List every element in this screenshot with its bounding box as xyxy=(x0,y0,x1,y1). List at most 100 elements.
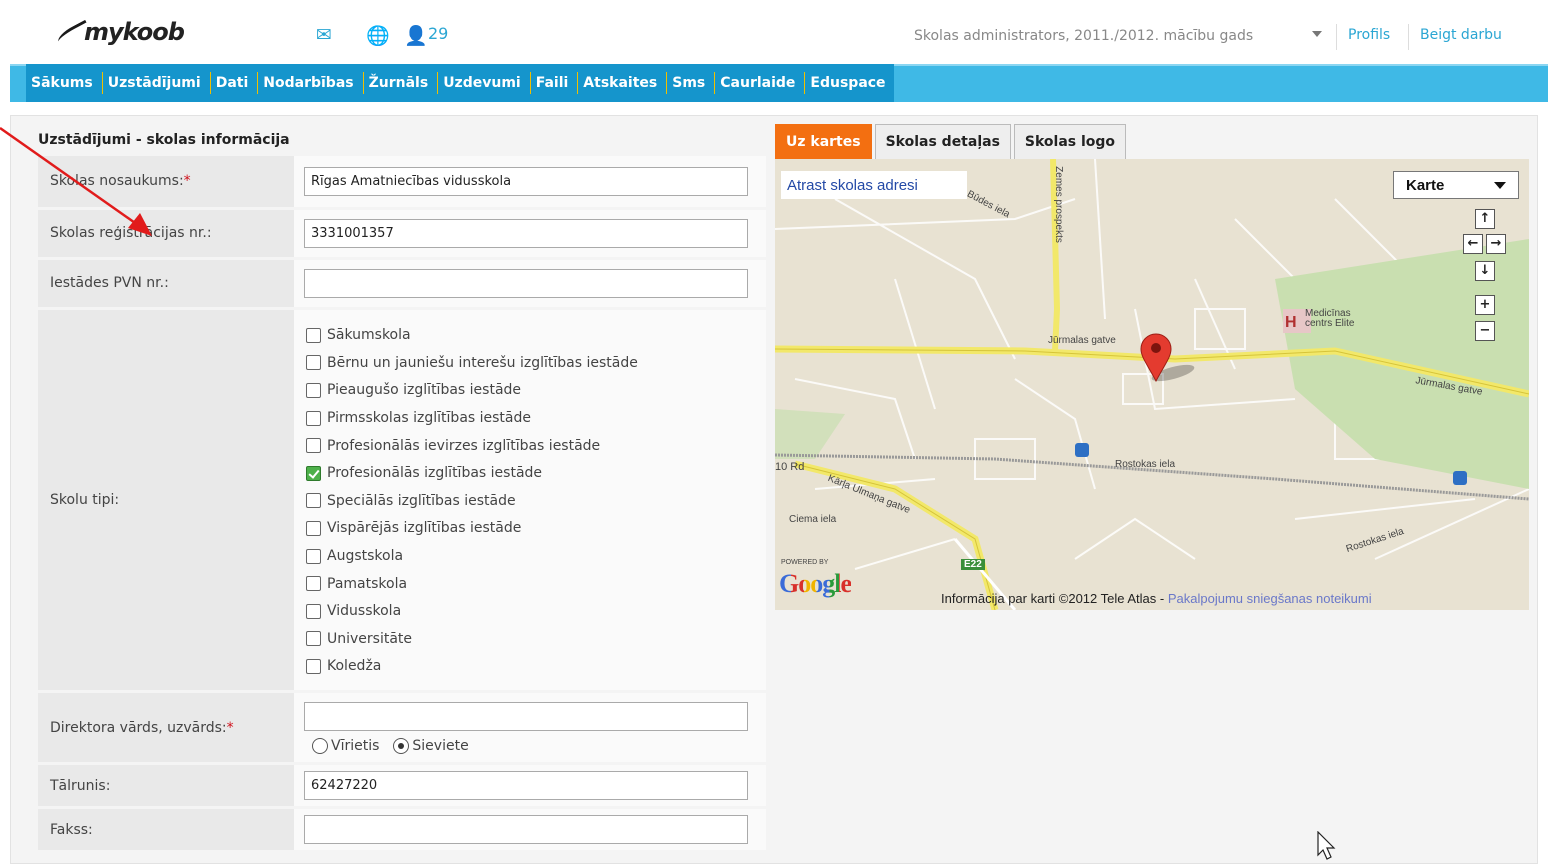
school-type-label: Speciālās izglītības iestāde xyxy=(327,492,516,509)
nav-item-atskaites[interactable]: Atskaites xyxy=(578,72,668,94)
bus-stop-icon xyxy=(1453,471,1467,485)
school-type-option[interactable]: Pirmsskolas izglītības iestāde xyxy=(306,404,766,432)
tab-skolas-logo[interactable]: Skolas logo xyxy=(1013,124,1127,159)
school-type-checkbox[interactable] xyxy=(306,355,321,371)
school-type-label: Vidusskola xyxy=(327,603,402,620)
school-type-label: Koledža xyxy=(327,658,382,675)
nav-item-nodarbibas[interactable]: Nodarbības xyxy=(258,72,364,94)
zoom-out-icon[interactable]: − xyxy=(1475,321,1495,341)
pan-left-icon[interactable]: ← xyxy=(1463,234,1483,254)
bus-stop-icon xyxy=(1075,443,1089,457)
zoom-in-icon[interactable]: + xyxy=(1475,295,1495,315)
school-type-label: Sākumskola xyxy=(327,327,411,344)
school-type-label: Pamatskola xyxy=(327,575,408,592)
school-type-checkbox[interactable] xyxy=(306,327,321,343)
users-icon[interactable]: 👤 xyxy=(404,24,428,47)
school-type-checkbox[interactable] xyxy=(306,438,321,454)
form-row-school-name: Skolas nosaukums:* Rīgas Amatniecības vi… xyxy=(38,156,766,210)
mykoob-logo[interactable]: mykoob xyxy=(55,18,185,47)
form-row-director: Direktora vārds, uzvārds:* Vīrietis Siev… xyxy=(38,691,766,766)
vat-input[interactable] xyxy=(304,268,748,298)
nav-item-sms[interactable]: Sms xyxy=(667,72,716,94)
pan-down-icon[interactable]: ↓ xyxy=(1475,261,1495,281)
school-type-label: Profesionālās ievirzes izglītības iestād… xyxy=(327,437,601,454)
school-type-checkbox[interactable] xyxy=(306,548,321,564)
nav-item-zurnals[interactable]: Žurnāls xyxy=(364,72,439,94)
users-count[interactable]: 29 xyxy=(428,24,448,43)
chevron-down-icon xyxy=(1494,182,1506,189)
school-type-option[interactable]: Koledža xyxy=(306,653,766,681)
school-type-option[interactable]: Pamatskola xyxy=(306,570,766,598)
phone-input[interactable]: 62427220 xyxy=(304,771,748,801)
chevron-down-icon[interactable] xyxy=(1312,31,1322,37)
school-info-form: Skolas nosaukums:* Rīgas Amatniecības vi… xyxy=(38,156,766,854)
profile-link[interactable]: Profils xyxy=(1348,27,1390,43)
gender-female-radio[interactable] xyxy=(393,737,410,754)
school-type-label: Profesionālās izglītības iestāde xyxy=(327,465,543,482)
school-type-option[interactable]: Vispārējās izglītības iestāde xyxy=(306,515,766,543)
school-type-checkbox[interactable] xyxy=(306,465,321,481)
school-type-option[interactable]: Vidusskola xyxy=(306,597,766,625)
school-type-label: Pieaugušo izglītības iestāde xyxy=(327,382,522,399)
school-type-option[interactable]: Pieaugušo izglītības iestāde xyxy=(306,377,766,405)
map-type-select[interactable]: Karte xyxy=(1393,171,1519,199)
nav-item-faili[interactable]: Faili xyxy=(531,72,579,94)
school-type-label: Augstskola xyxy=(327,548,404,565)
street-label: Ciema iela xyxy=(789,514,837,525)
pan-right-icon[interactable]: → xyxy=(1486,234,1506,254)
nav-item-caurlaide[interactable]: Caurlaide xyxy=(715,72,806,94)
map-tabs: Uz kartes Skolas detaļas Skolas logo xyxy=(775,124,1129,159)
school-type-checkbox[interactable] xyxy=(306,603,321,619)
pan-up-icon[interactable]: ↑ xyxy=(1475,209,1495,229)
school-type-checkbox[interactable] xyxy=(306,631,321,647)
mail-icon[interactable]: ✉ xyxy=(316,24,332,46)
globe-icon[interactable]: 🌐 xyxy=(366,24,390,47)
google-logo[interactable]: Google xyxy=(779,569,852,599)
school-name-input[interactable]: Rīgas Amatniecības vidusskola xyxy=(304,166,748,196)
user-role-selector[interactable]: Skolas administrators, 2011./2012. mācīb… xyxy=(914,28,1253,44)
nav-item-sakums[interactable]: Sākums xyxy=(26,72,103,94)
school-type-option[interactable]: Bērnu un jauniešu interešu izglītības ie… xyxy=(306,349,766,377)
school-type-option[interactable]: Sākumskola xyxy=(306,322,766,350)
divider xyxy=(1336,24,1337,50)
school-type-option[interactable]: Profesionālās ievirzes izglītības iestād… xyxy=(306,432,766,460)
school-type-option[interactable]: Universitāte xyxy=(306,625,766,653)
street-label: Rostokas iela xyxy=(1115,459,1176,470)
powered-by-label: POWERED BY xyxy=(781,559,829,566)
nav-item-dati[interactable]: Dati xyxy=(211,72,259,94)
terms-link[interactable]: Pakalpojumu sniegšanas noteikumi xyxy=(1168,591,1372,606)
school-type-option[interactable]: Profesionālās izglītības iestāde xyxy=(306,459,766,487)
logout-link[interactable]: Beigt darbu xyxy=(1420,27,1502,43)
nav-item-eduspace[interactable]: Eduspace xyxy=(805,72,893,94)
school-type-checkbox[interactable] xyxy=(306,520,321,536)
gender-male-radio[interactable] xyxy=(312,737,328,754)
school-type-checkbox[interactable] xyxy=(306,410,321,426)
road-label: 10 Rd xyxy=(775,461,805,473)
school-type-option[interactable]: Speciālās izglītības iestāde xyxy=(306,487,766,515)
school-type-checkbox[interactable] xyxy=(306,658,321,674)
director-name-input[interactable] xyxy=(304,701,748,731)
top-header: mykoob ✉ 🌐 👤 29 Skolas administrators, 2… xyxy=(0,0,1548,64)
form-row-fax: Fakss: xyxy=(38,807,766,854)
nav-item-uzdevumi[interactable]: Uzdevumi xyxy=(438,72,531,94)
tab-uz-kartes[interactable]: Uz kartes xyxy=(775,124,872,159)
school-type-checkbox[interactable] xyxy=(306,382,321,398)
school-type-checkbox[interactable] xyxy=(306,493,321,509)
school-map[interactable]: Atrast skolas adresi Karte ↑ ← → ↓ + − J… xyxy=(775,159,1529,610)
phone-label: Tālrunis: xyxy=(38,763,294,810)
street-label: Jūrmalas gatve xyxy=(1048,335,1116,346)
form-row-vat: Iestādes PVN nr.: xyxy=(38,258,766,310)
school-type-checkbox[interactable] xyxy=(306,576,321,592)
registration-input[interactable]: 3331001357 xyxy=(304,218,748,248)
nav-item-uzstadijumi[interactable]: Uzstādījumi xyxy=(103,72,211,94)
hospital-icon: H xyxy=(1285,314,1297,331)
school-type-label: Bērnu un jauniešu interešu izglītības ie… xyxy=(327,354,638,371)
tab-skolas-detalas[interactable]: Skolas detaļas xyxy=(874,124,1011,159)
form-row-school-types: Skolu tipi: Sākumskola Bērnu un jauniešu … xyxy=(38,308,766,694)
page-title: Uzstādījumi - skolas informācija xyxy=(38,132,290,148)
director-label: Direktora vārds, uzvārds:* xyxy=(38,691,294,766)
fax-input[interactable] xyxy=(304,815,748,845)
street-label: Zemes prospekts xyxy=(1052,166,1064,243)
school-type-option[interactable]: Augstskola xyxy=(306,542,766,570)
find-address-button[interactable]: Atrast skolas adresi xyxy=(781,171,967,199)
